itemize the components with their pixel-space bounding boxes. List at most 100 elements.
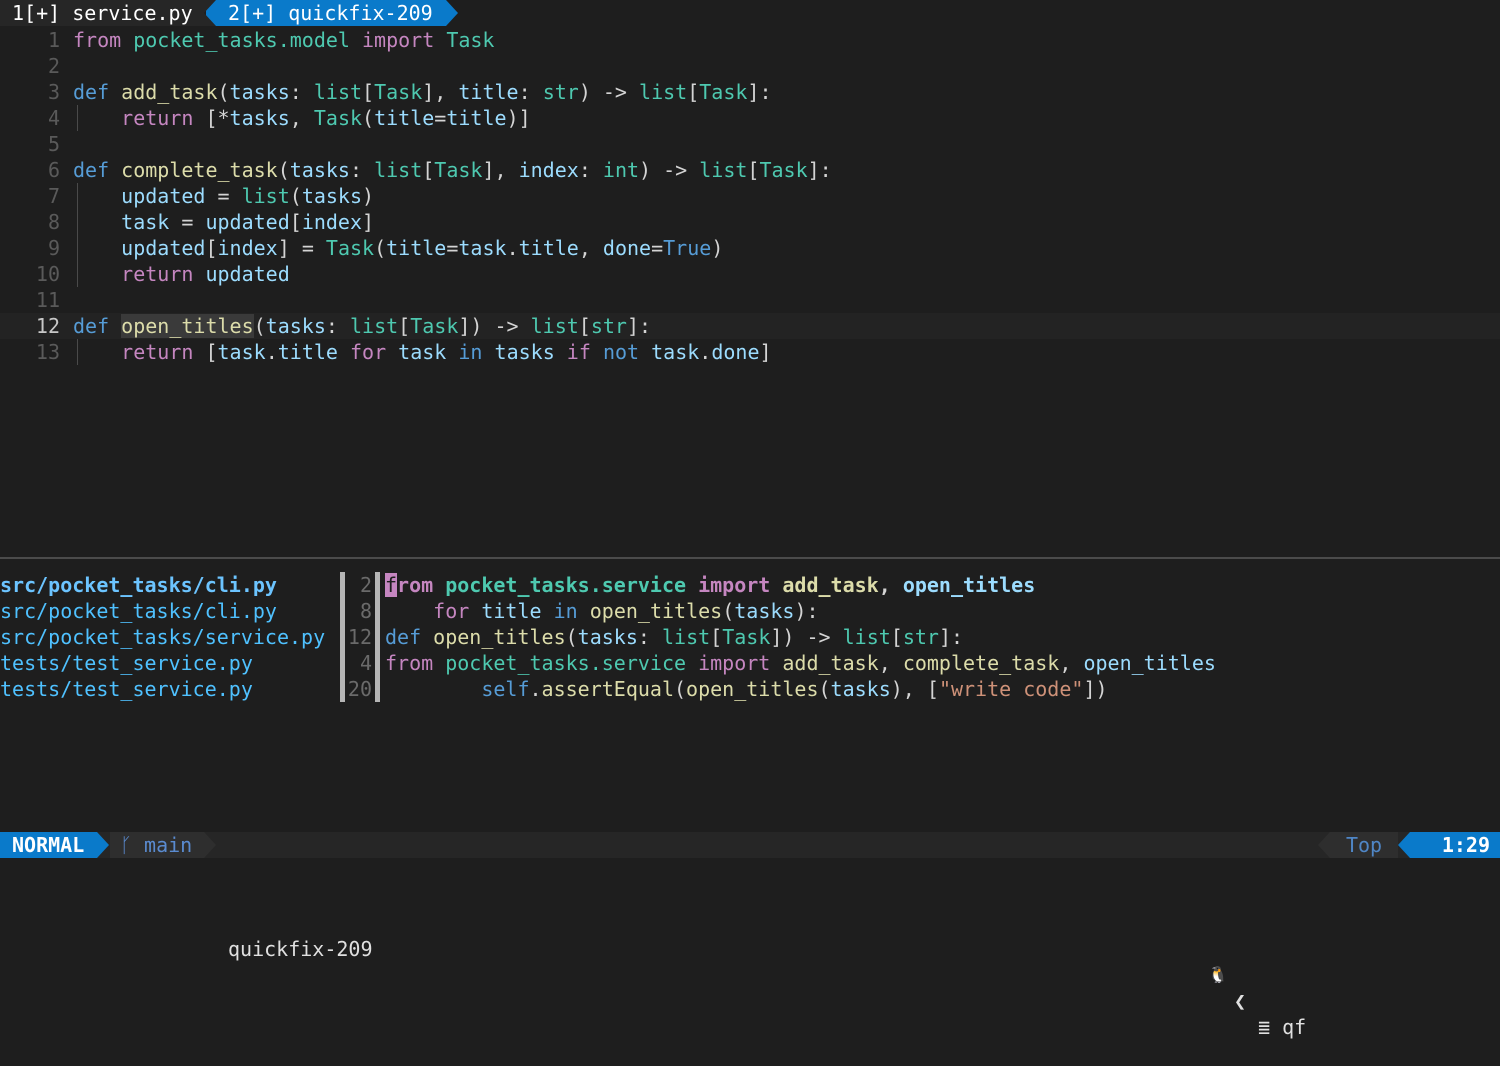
code-token: : xyxy=(637,625,662,649)
code-token: ): xyxy=(794,599,819,623)
code-line[interactable]: 11 xyxy=(0,287,1500,313)
quickfix-item[interactable]: tests/test_service.py 20 self.assertEqual… xyxy=(0,676,1500,702)
code-token: rom xyxy=(397,573,434,597)
code-token: list xyxy=(699,158,748,182)
code-token: : xyxy=(518,80,543,104)
code-editor[interactable]: 1 from pocket_tasks.model import Task 2 3 de… xyxy=(0,27,1500,557)
code-token: [ xyxy=(890,625,903,649)
code-line[interactable]: 6 def complete_task(tasks: list[Task], in… xyxy=(0,157,1500,183)
code-token: task xyxy=(217,340,266,364)
code-line[interactable]: 12 def open_titles(tasks: list[Task]) -> … xyxy=(0,313,1500,339)
code-token: Task xyxy=(325,236,375,260)
code-token: [ xyxy=(578,314,591,338)
code-token: from xyxy=(385,651,434,675)
code-token: from xyxy=(73,28,122,52)
line-number: 12 xyxy=(35,314,60,338)
code-line[interactable]: 8 task = updated[index] xyxy=(0,209,1500,235)
code-text: return [*tasks, Task(title=title)] xyxy=(73,105,531,131)
code-token: task xyxy=(651,340,700,364)
code-token: . xyxy=(699,340,712,364)
code-token: import xyxy=(698,651,771,675)
quickfix-text: self.assertEqual(open_titles(tasks), ["w… xyxy=(385,676,1107,702)
code-token: )] xyxy=(506,106,531,130)
code-token: [ xyxy=(205,236,218,260)
code-token: Task xyxy=(759,158,808,182)
code-token: ) xyxy=(362,184,375,208)
code-token: def xyxy=(73,158,110,182)
quickfix-item[interactable]: src/pocket_tasks/cli.py 8 for title in op… xyxy=(0,598,1500,624)
quickfix-file: src/pocket_tasks/cli.py xyxy=(0,573,277,597)
code-token: ) -> xyxy=(578,80,640,104)
code-token: , xyxy=(289,106,314,130)
code-token: def xyxy=(385,625,422,649)
code-token: Task xyxy=(374,80,423,104)
code-token: return xyxy=(121,340,194,364)
code-token: in xyxy=(553,599,578,623)
code-token: def xyxy=(73,80,110,104)
code-line[interactable]: 1 from pocket_tasks.model import Task xyxy=(0,27,1500,53)
code-text: updated[index] = Task(title=task.title, … xyxy=(73,235,723,261)
code-line[interactable]: 2 xyxy=(0,53,1500,79)
code-line[interactable]: 7 updated = list(tasks) xyxy=(0,183,1500,209)
code-line[interactable]: 5 xyxy=(0,131,1500,157)
quickfix-line-number: 4 xyxy=(359,651,372,675)
code-token: ]) -> xyxy=(770,625,843,649)
code-token: tasks xyxy=(494,340,555,364)
code-token: [ xyxy=(710,625,723,649)
quickfix-separator xyxy=(375,676,380,702)
code-token: tasks xyxy=(830,677,891,701)
code-token: add_task xyxy=(782,651,879,675)
code-line[interactable]: 10 return updated xyxy=(0,261,1500,287)
code-token: list xyxy=(842,625,891,649)
line-number: 11 xyxy=(35,288,60,312)
tab-quickfix[interactable]: 2[+] quickfix-209 xyxy=(204,0,458,26)
tab-service-py[interactable]: 1[+] service.py xyxy=(0,0,204,26)
code-token: tasks xyxy=(265,314,326,338)
mode-indicator: NORMAL xyxy=(0,832,109,858)
code-token: if xyxy=(566,340,591,364)
quickfix-item[interactable]: tests/test_service.py 4 from pocket_tasks.… xyxy=(0,650,1500,676)
code-token: . xyxy=(506,236,519,260)
cursor-position: 1:29 xyxy=(1398,832,1500,858)
code-token: ] = xyxy=(277,236,326,260)
code-token: pocket_tasks.model xyxy=(133,28,350,52)
code-token: list xyxy=(374,158,423,182)
code-token: list xyxy=(313,80,363,104)
code-text: return [task.title for task in tasks if … xyxy=(73,339,772,365)
command-line[interactable] xyxy=(0,858,1500,885)
code-line[interactable]: 3 def add_task(tasks: list[Task], title: … xyxy=(0,79,1500,105)
code-token: tasks xyxy=(734,599,795,623)
code-text: task = updated[index] xyxy=(73,209,374,235)
code-token: title xyxy=(386,236,447,260)
code-token: list xyxy=(241,184,290,208)
code-token: updated xyxy=(121,184,206,208)
code-token: , xyxy=(878,651,903,675)
line-number: 4 xyxy=(47,106,60,130)
code-line[interactable]: 13 return [task.title for task in tasks … xyxy=(0,339,1500,365)
quickfix-item[interactable]: src/pocket_tasks/service.py 12 def open_ti… xyxy=(0,624,1500,650)
code-line[interactable]: 4 return [*tasks, Task(title=title)] xyxy=(0,105,1500,131)
code-token: str xyxy=(590,314,627,338)
quickfix-text: from pocket_tasks.service import add_tas… xyxy=(385,572,1035,598)
code-token: ( xyxy=(277,158,290,182)
code-token: open_titles xyxy=(589,599,723,623)
code-token: ] xyxy=(759,340,772,364)
tabline: 1[+] service.py 2[+] quickfix-209 xyxy=(0,0,1500,26)
git-branch-icon: ᚴ xyxy=(120,833,132,857)
code-line[interactable]: 9 updated[index] = Task(title=task.title… xyxy=(0,235,1500,261)
code-token: ]: xyxy=(938,625,964,649)
code-token: title xyxy=(518,236,579,260)
quickfix-item[interactable]: src/pocket_tasks/cli.py 2 from pocket_task… xyxy=(0,572,1500,598)
quickfix-list[interactable]: src/pocket_tasks/cli.py 2 from pocket_task… xyxy=(0,559,1500,831)
code-token: ) -> xyxy=(639,158,700,182)
